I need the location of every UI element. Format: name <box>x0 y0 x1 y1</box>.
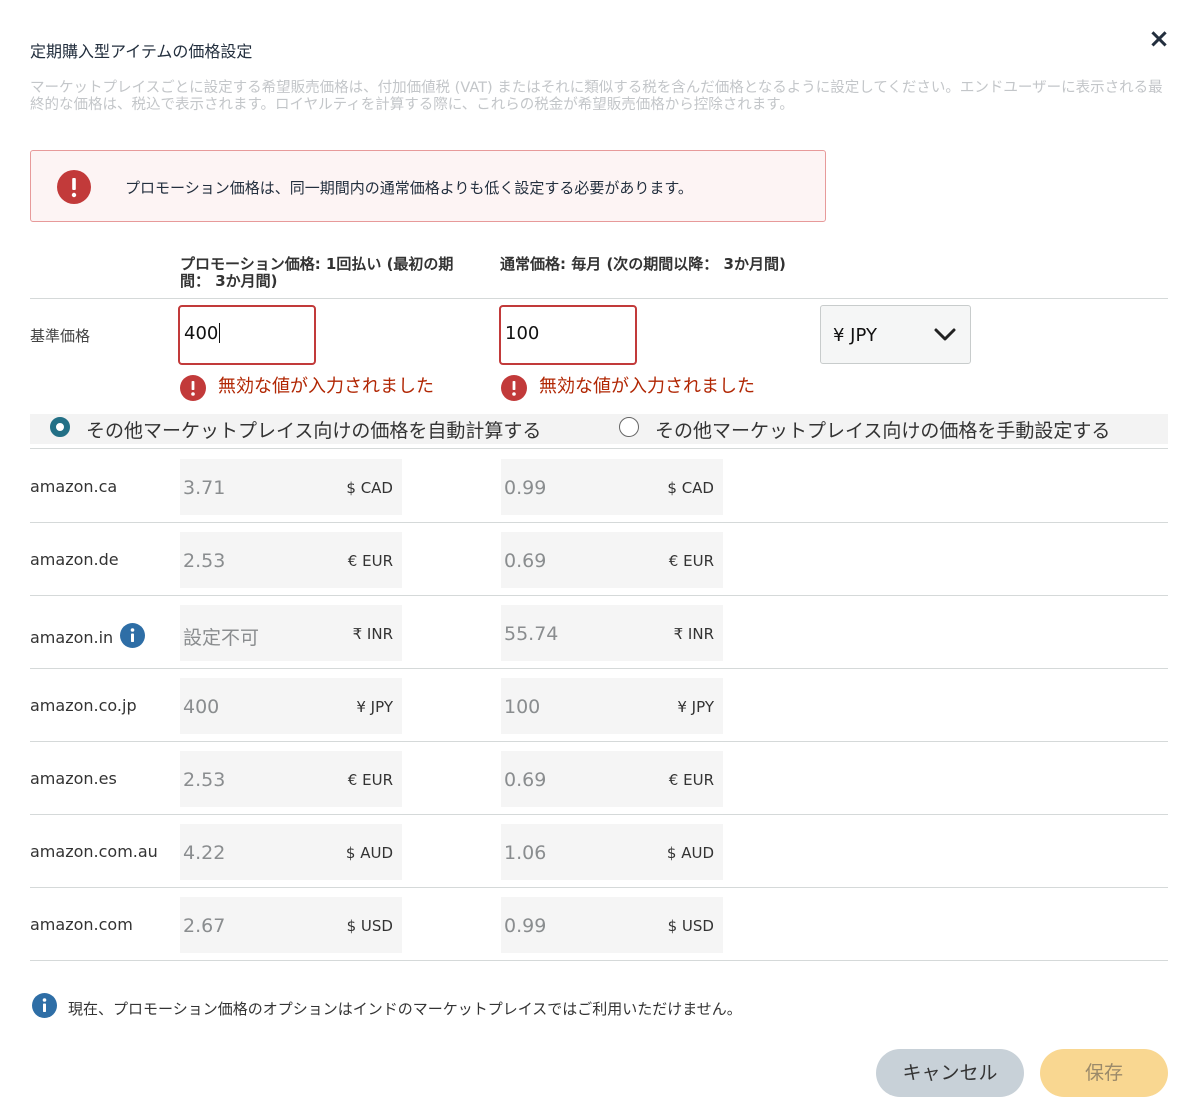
radio-manual-label: その他マーケットプレイス向けの価格を手動設定する <box>655 420 1111 442</box>
currency-label: $ CAD <box>667 479 714 497</box>
currency-select-value: ¥ JPY <box>833 325 877 346</box>
dialog-title: 定期購入型アイテムの価格設定 <box>30 42 253 61</box>
text-cursor <box>219 323 221 343</box>
info-icon[interactable] <box>120 623 146 652</box>
currency-label: ₹ INR <box>352 625 393 643</box>
price-value: 100 <box>504 696 541 718</box>
currency-label: $ AUD <box>345 844 393 862</box>
price-value: 55.74 <box>504 623 559 645</box>
close-icon[interactable]: × <box>1146 26 1172 52</box>
promo-price-field: 400 ¥ JPY <box>180 678 402 734</box>
promo-price-field: 3.71 $ CAD <box>180 459 402 515</box>
currency-label: $ AUD <box>666 844 714 862</box>
marketplace-name: amazon.com <box>30 915 133 934</box>
radio-auto-label: その他マーケットプレイス向けの価格を自動計算する <box>86 420 542 442</box>
footer-info-text: 現在、プロモーション価格のオプションはインドのマーケットプレイスではご利用いただ… <box>68 1000 742 1018</box>
regular-price-field: 0.99 $ USD <box>501 897 723 953</box>
price-value: 0.69 <box>504 550 547 572</box>
currency-label: ¥ JPY <box>356 698 393 716</box>
info-icon <box>32 993 57 1022</box>
cancel-button[interactable]: キャンセル <box>876 1049 1024 1097</box>
currency-label: $ USD <box>346 917 393 935</box>
currency-label: € EUR <box>347 771 393 789</box>
regular-price-field: 0.99 $ CAD <box>501 459 723 515</box>
marketplace-label: amazon.es <box>30 769 117 788</box>
price-value: 2.53 <box>183 550 226 572</box>
error-alert: プロモーション価格は、同一期間内の通常価格よりも低く設定する必要があります。 <box>30 150 826 222</box>
currency-label: € EUR <box>668 771 714 789</box>
marketplace-label: amazon.com <box>30 915 133 934</box>
divider <box>30 448 1168 449</box>
currency-label: $ USD <box>667 917 714 935</box>
alert-message: プロモーション価格は、同一期間内の通常価格よりも低く設定する必要があります。 <box>125 179 693 197</box>
divider <box>30 814 1168 815</box>
promo-price-field: 2.53 € EUR <box>180 532 402 588</box>
price-value: 設定不可 <box>183 627 260 649</box>
price-value: 4.22 <box>183 842 226 864</box>
divider <box>30 522 1168 523</box>
regular-price-field: 55.74 ₹ INR <box>501 605 723 661</box>
promo-price-field: 2.67 $ USD <box>180 897 402 953</box>
regular-input-value: 100 <box>505 323 540 344</box>
currency-label: ¥ JPY <box>677 698 714 716</box>
radio-selected-icon <box>50 417 70 437</box>
currency-select[interactable]: ¥ JPY <box>820 305 971 364</box>
divider <box>30 595 1168 596</box>
error-icon <box>57 170 91 208</box>
price-value: 2.67 <box>183 915 226 937</box>
marketplace-name: amazon.co.jp <box>30 696 137 715</box>
marketplace-name: amazon.com.au <box>30 842 158 861</box>
price-value: 400 <box>183 696 220 718</box>
regular-price-field: 1.06 $ AUD <box>501 824 723 880</box>
pricing-dialog: 定期購入型アイテムの価格設定 × マーケットプレイスごとに設定する希望販売価格は… <box>0 0 1200 1118</box>
marketplace-label: amazon.in <box>30 628 114 647</box>
marketplace-name: amazon.de <box>30 550 119 569</box>
marketplace-name: amazon.in <box>30 623 146 652</box>
promo-price-field: 2.53 € EUR <box>180 751 402 807</box>
pricing-mode-radio-group: その他マーケットプレイス向けの価格を自動計算する その他マーケットプレイス向けの… <box>30 414 1168 444</box>
marketplace-label: amazon.de <box>30 550 119 569</box>
promo-input-value: 400 <box>184 323 219 344</box>
price-value: 2.53 <box>183 769 226 791</box>
radio-unselected-icon <box>619 417 639 437</box>
currency-label: € EUR <box>347 552 393 570</box>
divider <box>30 887 1168 888</box>
divider <box>30 741 1168 742</box>
marketplace-label: amazon.com.au <box>30 842 158 861</box>
currency-label: € EUR <box>668 552 714 570</box>
error-text: 無効な値が入力されました <box>539 376 755 397</box>
marketplace-label: amazon.ca <box>30 477 118 496</box>
promo-price-field: 設定不可 ₹ INR <box>180 605 402 661</box>
error-icon <box>501 375 527 406</box>
price-value: 0.69 <box>504 769 547 791</box>
regular-column-header: 通常価格: 毎月 (次の期間以降： 3か月間) <box>500 255 786 273</box>
divider <box>30 960 1168 961</box>
save-button[interactable]: 保存 <box>1040 1049 1168 1097</box>
regular-price-field: 0.69 € EUR <box>501 532 723 588</box>
promo-column-header: プロモーション価格: 1回払い (最初の期間： 3か月間) <box>180 255 454 290</box>
price-value: 3.71 <box>183 477 226 499</box>
dialog-description: マーケットプレイスごとに設定する希望販売価格は、付加価値税 (VAT) またはそ… <box>30 80 1163 113</box>
marketplace-name: amazon.es <box>30 769 117 788</box>
price-value: 0.99 <box>504 477 547 499</box>
marketplace-name: amazon.ca <box>30 477 117 496</box>
marketplace-label: amazon.co.jp <box>30 696 137 715</box>
price-value: 1.06 <box>504 842 547 864</box>
promo-price-field: 4.22 $ AUD <box>180 824 402 880</box>
base-price-label: 基準価格 <box>30 327 91 345</box>
chevron-down-icon <box>933 325 957 349</box>
error-text: 無効な値が入力されました <box>218 376 434 397</box>
regular-price-field: 100 ¥ JPY <box>501 678 723 734</box>
divider <box>30 298 1168 299</box>
currency-label: $ CAD <box>346 479 393 497</box>
regular-base-price-input[interactable]: 100 <box>499 305 637 365</box>
currency-label: ₹ INR <box>673 625 714 643</box>
error-icon <box>180 375 206 406</box>
price-value: 0.99 <box>504 915 547 937</box>
promo-base-price-input[interactable]: 400 <box>178 305 316 365</box>
divider <box>30 668 1168 669</box>
regular-price-field: 0.69 € EUR <box>501 751 723 807</box>
